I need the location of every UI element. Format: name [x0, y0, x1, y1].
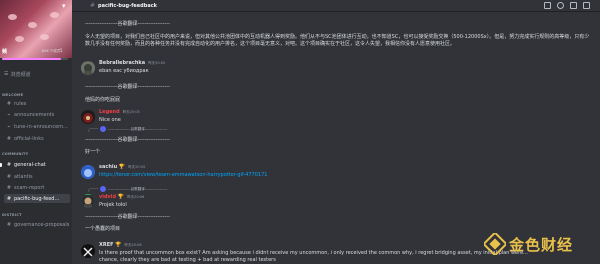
message-content: Projek tolol — [99, 202, 127, 208]
message-author[interactable]: Bebrallebrachka 昨天20:05 — [99, 60, 165, 66]
browse-label: 浏览频道 — [10, 71, 31, 78]
unread-indicator — [0, 163, 2, 167]
message-author[interactable]: vidvid 🏆 昨天20:06 — [99, 194, 144, 200]
message-author[interactable]: XREF 🏆 昨天20:06 — [99, 242, 142, 248]
trophy-icon: 🏆 — [117, 194, 125, 200]
hash-icon: # — [6, 184, 12, 191]
message-content: Is there proof that uncommon box exist? … — [99, 250, 528, 263]
channel-label: pacific-bug-feed... — [14, 195, 60, 202]
translation-separator: ------------------谷歌翻译------------------ — [85, 137, 170, 143]
bell-icon[interactable] — [557, 2, 564, 9]
channel-label: general-chat — [14, 161, 46, 168]
category-district[interactable]: DISTRICT — [2, 213, 22, 217]
channel-header: # pacific-bug-feedback — [72, 0, 600, 12]
threads-icon[interactable] — [544, 2, 551, 9]
timestamp: 昨天20:05 — [122, 110, 140, 114]
timestamp: 昨天20:05 — [128, 165, 146, 169]
browse-channels[interactable]: ☰ 浏览频道 — [4, 70, 31, 78]
channel-pacific-bug-feedback[interactable]: # pacific-bug-feed... — [4, 194, 70, 203]
reply-preview[interactable]: ------------------谷歌翻译------------------ — [108, 187, 167, 192]
timestamp: 昨天20:06 — [127, 195, 145, 199]
translated-message: 好一个 — [85, 149, 101, 155]
username[interactable]: XREF — [99, 242, 114, 248]
server-boost[interactable]: 频 80K 个成员 5 — [0, 48, 72, 57]
channel-tune-in[interactable]: ⌁ tune-in-announcem... — [4, 122, 70, 131]
avatar[interactable] — [81, 194, 95, 208]
avatar[interactable] — [81, 61, 95, 75]
megaphone-icon: ⌁ — [7, 111, 11, 118]
trophy-icon: 🏆 — [118, 164, 126, 170]
timestamp: 昨天20:05 — [148, 61, 166, 65]
hash-icon: # — [6, 135, 12, 142]
channel-scam-report[interactable]: # scam-report — [4, 183, 70, 192]
channel-announcements[interactable]: ⌁ announcements — [4, 110, 70, 119]
translated-message: 他妈的你吃屁屁 — [85, 97, 121, 103]
translation-separator: ------------------谷歌翻译------------------ — [85, 84, 170, 90]
timestamp: 昨天20:06 — [124, 243, 142, 247]
message-content: eban eac убиодрак — [99, 68, 149, 74]
channel-sidebar: ▾ 频 80K 个成员 5 ☰ 浏览频道 WELCOME # rules ⌁ ann… — [0, 0, 72, 264]
username[interactable]: Bebrallebrachka — [99, 60, 145, 66]
hash-icon: # — [6, 195, 12, 202]
channel-rules[interactable]: # rules — [4, 99, 70, 108]
hash-icon: # — [6, 221, 12, 228]
trophy-icon: 🏆 — [115, 242, 122, 248]
members-icon[interactable] — [583, 2, 590, 9]
channel-label: tune-in-announcem... — [14, 123, 68, 130]
channel-label: announcements — [14, 111, 55, 118]
translation-separator: ------------------谷歌翻译------------------ — [85, 214, 170, 220]
hash-icon: # — [6, 100, 12, 107]
message-author[interactable]: sachiu 🏆 昨天20:05 — [99, 164, 145, 170]
translation-separator: ------------------谷歌翻译------------------ — [85, 21, 170, 27]
hash-icon: # — [6, 161, 12, 168]
channel-general-chat[interactable]: # general-chat — [4, 160, 70, 169]
pin-icon[interactable] — [570, 2, 577, 9]
channel-atlantis[interactable]: # atlantis — [4, 172, 70, 181]
reply-connector — [88, 188, 98, 192]
avatar[interactable] — [81, 165, 95, 179]
member-count: 80K 个成员 — [42, 49, 61, 53]
server-name: 频 — [2, 49, 8, 55]
reply-avatar — [100, 126, 106, 132]
reply-connector — [88, 128, 98, 132]
channel-official-links[interactable]: # official-links — [4, 134, 70, 143]
watermark: 金色财经 — [484, 232, 598, 256]
message-link[interactable]: https://tenor.com/view/team-emmawatson-h… — [99, 172, 267, 178]
message-list: ------------------谷歌翻译------------------… — [72, 12, 600, 264]
jinse-logo-icon — [484, 233, 506, 255]
channel-label: official-links — [14, 135, 44, 142]
category-community[interactable]: COMMUNITY — [2, 152, 28, 156]
avatar[interactable] — [81, 110, 95, 124]
browse-icon: ☰ — [4, 71, 9, 77]
channel-label: scam-report — [14, 184, 45, 191]
reply-preview[interactable]: ------------------谷歌翻译------------------ — [108, 127, 167, 132]
channel-title: pacific-bug-feedback — [98, 2, 157, 9]
hash-icon: # — [6, 173, 12, 180]
hash-icon: # — [90, 2, 96, 9]
message-author[interactable]: Legend 昨天20:05 — [99, 109, 140, 115]
megaphone-icon: ⌁ — [7, 123, 11, 130]
username[interactable]: Legend — [99, 109, 120, 115]
channel-label: governance-proposals — [14, 221, 70, 228]
boost-level: 5 — [60, 48, 63, 53]
boost-progress-bar — [2, 58, 68, 60]
category-welcome[interactable]: WELCOME — [2, 93, 23, 97]
avatar[interactable] — [81, 244, 95, 258]
channel-label: rules — [14, 100, 27, 107]
username[interactable]: sachiu — [99, 164, 117, 170]
channel-label: atlantis — [14, 173, 33, 180]
translated-message: 令人无望的项目，对我们自己社区中的用户来说，但对其他公共池团体中的互动机器人得到… — [85, 34, 590, 47]
reply-avatar — [100, 186, 106, 192]
username[interactable]: vidvid — [99, 194, 116, 200]
chevron-down-icon[interactable]: ▾ — [62, 2, 66, 10]
channel-governance-proposals[interactable]: # governance-proposals — [4, 220, 70, 229]
message-content: Nice one — [99, 117, 121, 123]
translated-message: 一个愚蠢的项目 — [85, 226, 121, 232]
watermark-text: 金色财经 — [509, 235, 574, 254]
